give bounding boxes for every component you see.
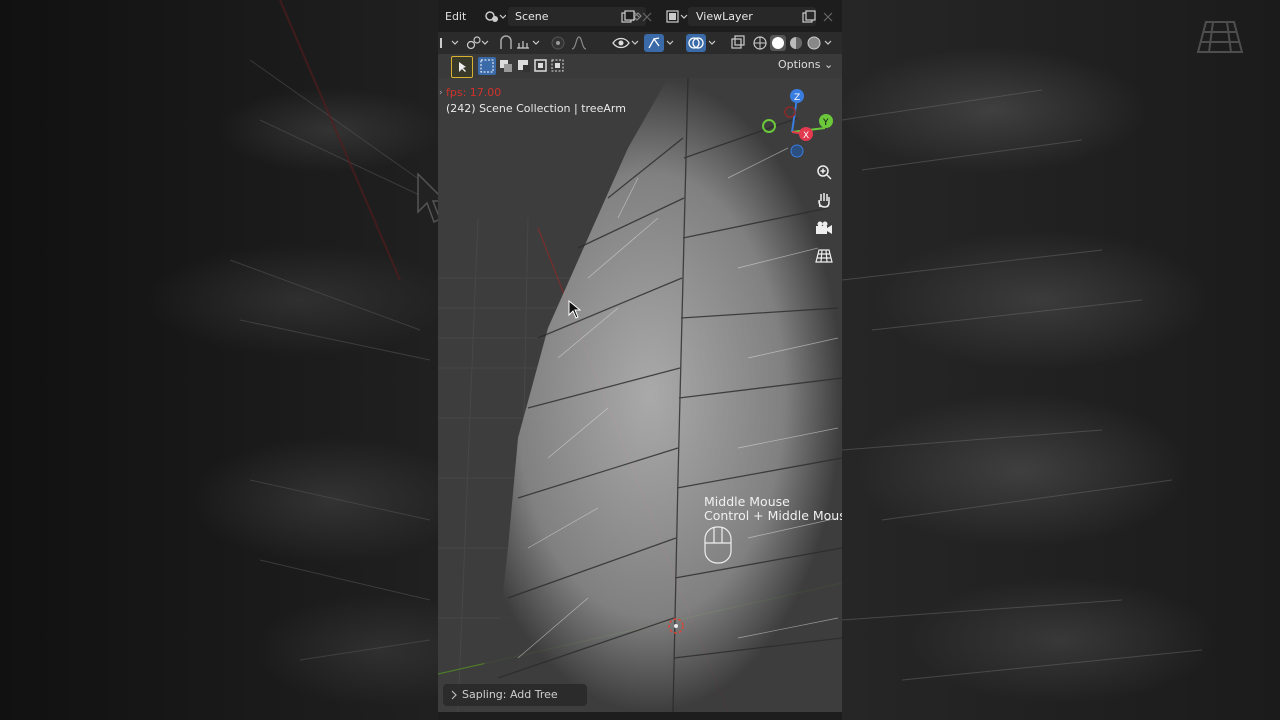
collection-info: (242) Scene Collection | treeArm	[446, 102, 626, 115]
new-viewlayer-icon[interactable]	[802, 10, 816, 24]
background-needles-left	[229, 0, 431, 661]
overlay-icon	[688, 37, 704, 49]
tree-render	[438, 78, 842, 712]
blender-window: Edit Scene ViewLayer Z Y X Options ⌄ › f…	[438, 0, 842, 720]
select-tool-button[interactable]	[451, 56, 473, 78]
blurred-background-right	[842, 0, 1280, 720]
middle-mouse-icon	[704, 526, 732, 564]
gizmo-dropdown-icon[interactable]	[666, 36, 676, 50]
gizmo-neg-x-icon[interactable]	[784, 106, 796, 118]
close-viewlayer-icon[interactable]	[822, 11, 834, 23]
snap-icon[interactable]	[498, 35, 514, 51]
mouse-hint-secondary: Control + Middle Mouse	[704, 508, 842, 523]
falloff-icon[interactable]	[570, 35, 590, 51]
overlay-toggle-button[interactable]	[686, 34, 706, 52]
wireframe-shading-icon[interactable]	[752, 35, 768, 51]
viewlayer-browse-icon[interactable]	[666, 10, 688, 24]
viewport-header	[438, 32, 842, 54]
solid-shading-icon[interactable]	[770, 35, 786, 51]
overlay-dropdown-icon[interactable]	[708, 36, 718, 50]
select-tool-icon	[459, 62, 466, 72]
gizmo-y-label: Y	[822, 118, 829, 128]
viewlayer-field[interactable]: ViewLayer	[688, 7, 816, 26]
gizmo-icon	[648, 37, 660, 49]
pan-hand-icon[interactable]	[816, 192, 832, 208]
gizmo-z-label: Z	[794, 93, 800, 103]
top-bar: Edit Scene ViewLayer	[438, 0, 842, 32]
ortho-grid-icon[interactable]	[815, 248, 833, 264]
scene-name: Scene	[515, 10, 549, 23]
select-extend-icon[interactable]	[498, 57, 514, 75]
operator-panel[interactable]: Sapling: Add Tree	[443, 684, 587, 706]
proportional-edit-icon[interactable]	[550, 35, 566, 51]
select-invert-icon[interactable]	[533, 57, 549, 75]
options-label: Options	[778, 58, 821, 71]
close-scene-icon[interactable]	[641, 11, 653, 23]
blurred-background-left	[0, 0, 438, 720]
gizmo-neg-z-icon[interactable]	[790, 144, 804, 158]
shading-dropdown-icon[interactable]	[824, 36, 834, 50]
chevron-right-icon	[451, 690, 457, 700]
chevron-down-icon: ⌄	[823, 58, 834, 71]
edit-menu[interactable]: Edit	[445, 10, 466, 23]
scene-browse-icon[interactable]	[484, 10, 506, 24]
viewlayer-name: ViewLayer	[696, 10, 753, 23]
camera-icon[interactable]	[815, 220, 833, 236]
3d-viewport[interactable]: Z Y X	[438, 78, 842, 712]
rendered-shading-icon[interactable]	[806, 35, 822, 51]
options-dropdown[interactable]: Options ⌄	[778, 58, 833, 71]
gizmo-toggle-button[interactable]	[644, 34, 664, 52]
gizmo-neg-y-icon[interactable]	[762, 119, 776, 133]
operator-panel-label: Sapling: Add Tree	[462, 688, 558, 701]
material-shading-icon[interactable]	[788, 35, 804, 51]
gizmo-x-label: X	[803, 131, 809, 141]
snap-increment-icon[interactable]	[516, 36, 542, 50]
editor-type-icon[interactable]	[440, 36, 460, 50]
status-bar	[438, 712, 842, 720]
visibility-icon[interactable]	[612, 35, 640, 51]
select-new-icon[interactable]	[478, 57, 496, 75]
zoom-icon[interactable]	[816, 164, 832, 180]
navigation-gizmo[interactable]: Z Y X	[750, 86, 840, 166]
background-needles-right	[842, 89, 1203, 681]
fps-readout: fps: 17.00	[446, 86, 502, 99]
xray-icon[interactable]	[730, 35, 746, 51]
select-subtract-icon[interactable]	[516, 57, 532, 75]
new-scene-icon[interactable]	[621, 10, 635, 24]
select-intersect-icon[interactable]	[550, 57, 566, 75]
expand-sidebar-icon[interactable]: ›	[439, 88, 443, 98]
background-grid-icon	[1196, 21, 1244, 53]
mouse-hint-primary: Middle Mouse	[704, 494, 790, 509]
transform-pivot-icon[interactable]	[466, 36, 490, 50]
cursor-icon	[568, 300, 582, 319]
